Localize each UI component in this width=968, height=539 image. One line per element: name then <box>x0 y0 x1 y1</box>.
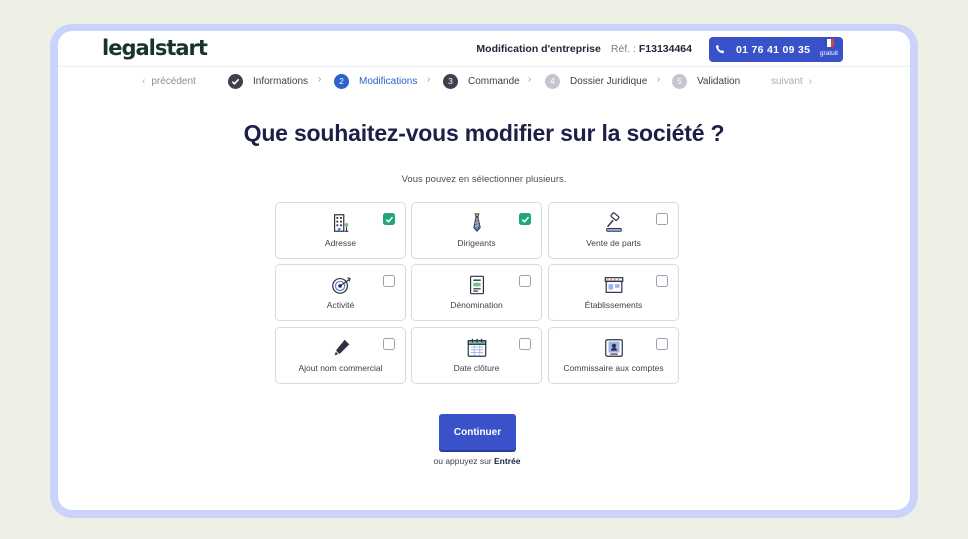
page-title: Que souhaitez-vous modifier sur la socié… <box>243 120 725 146</box>
previous-label: précédent <box>151 75 196 87</box>
phone-icon <box>715 44 725 54</box>
calendar-icon <box>467 338 487 357</box>
step-label: Modifications <box>359 75 418 87</box>
chevron-right-icon: › <box>528 74 532 85</box>
option-label: Dénomination <box>450 300 503 310</box>
step-label: Commande <box>468 75 520 87</box>
step-number: 5 <box>672 73 687 89</box>
next-link[interactable]: suivant › <box>771 72 812 90</box>
reference: Réf. : F13134464 <box>611 43 692 55</box>
option-label: Établissements <box>584 300 643 310</box>
chevron-right-icon: › <box>427 74 431 85</box>
step-label: Dossier Juridique <box>570 75 648 87</box>
step-label: Informations <box>253 75 309 87</box>
step-commande[interactable]: 3 Commande <box>443 72 520 90</box>
context-label: Modification d'entreprise <box>476 43 601 55</box>
building-icon <box>333 214 349 232</box>
chevron-right-icon: › <box>808 75 813 87</box>
checkbox[interactable] <box>383 338 395 350</box>
tie-icon <box>473 213 481 232</box>
next-label: suivant <box>771 75 803 87</box>
reference-value: F13134464 <box>638 43 692 55</box>
keyboard-hint: ou appuyez sur Entrée <box>58 456 896 466</box>
option-label: Dirigeants <box>457 238 496 248</box>
option-card-commissaire-aux-comptes[interactable]: Commissaire aux comptes <box>548 327 679 384</box>
continue-button[interactable]: Continuer <box>439 414 516 450</box>
checkbox[interactable] <box>656 213 668 225</box>
chevron-left-icon: ‹ <box>142 75 146 87</box>
step-dossier-juridique[interactable]: 4 Dossier Juridique <box>545 72 647 90</box>
phone-note: gratuit <box>819 50 838 57</box>
option-label: Ajout nom commercial <box>298 363 383 373</box>
previous-link[interactable]: ‹ précédent <box>142 72 196 90</box>
option-card-denomination[interactable]: Dénomination <box>411 264 542 321</box>
check-icon <box>385 216 394 223</box>
page-subtitle: Vous pouvez en sélectionner plusieurs. <box>401 174 567 185</box>
shop-icon <box>604 277 624 293</box>
option-label: Commissaire aux comptes <box>563 363 664 373</box>
checkbox[interactable] <box>519 213 531 225</box>
reference-label: Réf. : <box>610 43 636 55</box>
option-card-adresse[interactable]: Adresse <box>275 202 406 259</box>
option-card-ajout-nom-commercial[interactable]: Ajout nom commercial <box>275 327 406 384</box>
option-label: Activité <box>326 300 355 310</box>
checkbox[interactable] <box>383 275 395 287</box>
reference-info: Modification d'entreprise Réf. : F131344… <box>476 43 692 55</box>
header: legalstart Modification d'entreprise Réf… <box>58 31 910 67</box>
app-window: legalstart Modification d'entreprise Réf… <box>58 31 910 510</box>
logo[interactable]: legalstart <box>102 36 208 60</box>
hint-text: ou appuyez sur <box>433 456 492 466</box>
option-card-date-cloture[interactable]: Date clôture <box>411 327 542 384</box>
target-icon <box>332 277 351 294</box>
check-circle-icon <box>228 73 243 89</box>
option-card-vente-de-parts[interactable]: Vente de parts <box>548 202 679 259</box>
checkbox[interactable] <box>519 275 531 287</box>
option-card-etablissements[interactable]: Établissements <box>548 264 679 321</box>
option-card-activite[interactable]: Activité <box>275 264 406 321</box>
phone-button[interactable]: 01 76 41 09 35 gratuit <box>709 37 843 62</box>
chevron-right-icon: › <box>318 74 322 85</box>
chevron-right-icon: › <box>657 74 661 85</box>
checkbox[interactable] <box>656 275 668 287</box>
step-informations[interactable]: Informations <box>228 72 308 90</box>
step-validation[interactable]: 5 Validation <box>672 72 740 90</box>
checkbox[interactable] <box>656 338 668 350</box>
progress-stepper: ‹ précédent Informations › 2 Modificatio… <box>58 72 910 90</box>
pen-icon <box>334 339 350 356</box>
document-icon <box>469 275 485 295</box>
step-number: 4 <box>545 73 560 89</box>
option-card-dirigeants[interactable]: Dirigeants <box>411 202 542 259</box>
hint-key: Entrée <box>494 456 521 466</box>
checkbox[interactable] <box>383 213 395 225</box>
option-label: Date clôture <box>453 363 500 373</box>
check-icon <box>521 216 530 223</box>
france-flag-icon <box>824 39 834 47</box>
gavel-icon <box>606 212 622 232</box>
checkbox[interactable] <box>519 338 531 350</box>
id-card-icon <box>605 339 623 357</box>
step-number: 3 <box>443 73 458 89</box>
step-modifications[interactable]: 2 Modifications <box>334 72 417 90</box>
step-label: Validation <box>697 75 741 87</box>
step-number: 2 <box>334 73 349 89</box>
option-label: Vente de parts <box>586 238 641 248</box>
phone-number: 01 76 41 09 35 <box>736 43 811 56</box>
option-label: Adresse <box>324 238 357 248</box>
